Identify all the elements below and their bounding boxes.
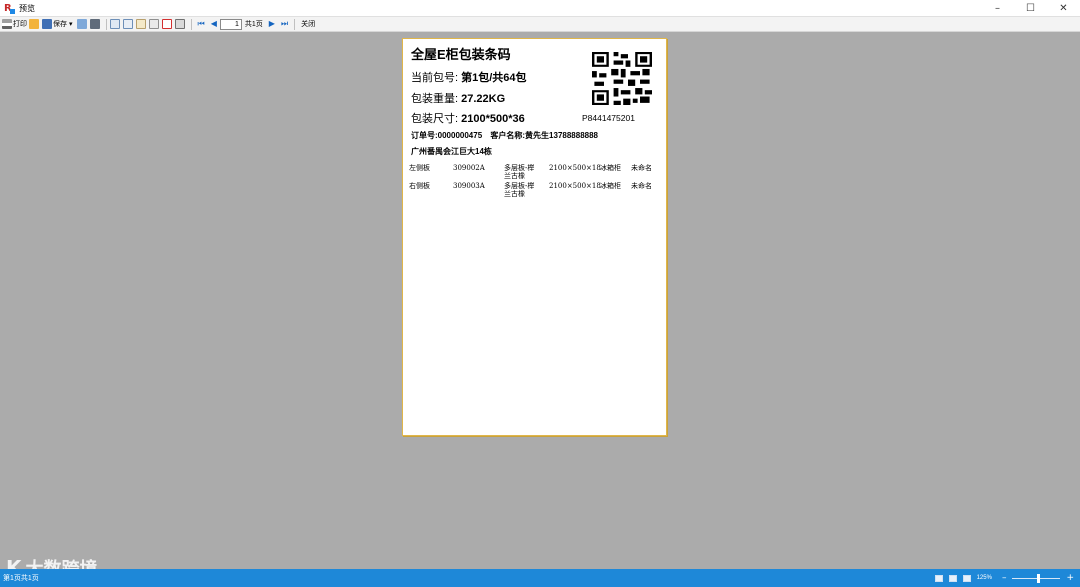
binoculars-icon [89,19,100,29]
part-dimensions: 2100×500×18 [549,182,601,190]
multi-page-button[interactable] [122,18,134,31]
package-size-value: 2100*500*36 [461,113,525,125]
single-page-button[interactable] [109,18,121,31]
package-weight-value: 27.22KG [461,93,506,105]
part-material-line2: 兰古橡 [504,172,525,180]
package-number-line: 当前包号: 第1包/共64包 [411,69,527,85]
close-button[interactable]: 关闭 [301,19,315,29]
order-info-line: 订单号:0000000475 客户名称:黄先生13788888888 [411,130,604,141]
prev-page-icon[interactable]: ◀ [211,19,217,29]
part-cabinet: 冰箱柜 [600,164,621,172]
toolbar-separator [105,18,107,30]
order-number: 订单号:0000000475 [411,131,483,140]
edit-page-button[interactable] [135,18,147,31]
minimize-button[interactable]: – [981,0,1014,17]
package-size-line: 包装尺寸: 2100*500*36 [411,110,525,126]
zoom-out-icon[interactable]: – [1002,573,1007,583]
zoom-slider-thumb[interactable] [1037,573,1041,583]
part-material-line2: 兰古橡 [504,190,525,198]
part-material-line1: 多层板-榉 [504,182,535,190]
print-label: 打印 [13,21,27,28]
save-label: 保存 [53,21,67,28]
zoom-level: 125% [976,575,992,581]
part-name: 左侧板 [409,164,430,172]
package-barcode-text: P8441475201 [582,113,635,123]
part-code: 309003A [453,182,485,190]
package-number-value: 第1包/共64包 [461,72,527,84]
package-weight-key: 包装重量: [411,93,459,105]
status-bar: 第1页共1页 125% – + [0,569,1080,587]
package-size-key: 包装尺寸: [411,113,459,125]
view-single-icon[interactable] [934,574,943,582]
next-page-icon[interactable]: ▶ [269,19,275,29]
print-button[interactable]: 打印 [2,18,27,31]
toolbar-separator [190,18,192,30]
toolbar-separator [294,18,296,30]
close-window-button[interactable]: ✕ [1047,0,1080,17]
maximize-button[interactable]: ☐ [1014,0,1047,17]
page-setup-icon [174,19,185,29]
save-button[interactable]: 保存 ▾ [42,18,75,31]
page-status-text: 第1页共1页 [3,575,39,582]
label-title: 全屋E柜包装条码 [411,47,511,62]
part-dimensions: 2100×500×18 [549,164,601,172]
page-total-label: 共1页 [244,21,263,28]
envelope-icon [76,19,87,29]
package-weight-line: 包装重量: 27.22KG [411,90,505,106]
find-button[interactable] [89,18,101,31]
preview-toolbar: 打印 保存 ▾ ⏮ ◀ 1 共1页 ▶ ⏭ 关闭 [0,17,1080,32]
floppy-disk-icon [42,19,52,29]
report-viewer-icon: R [4,3,15,14]
part-name: 右侧板 [409,182,430,190]
window-title: 预览 [19,3,35,13]
part-material: 多层板-榉 兰古橡 [504,164,546,180]
delivery-address: 广州番禺会江巨大14栋 [411,147,492,156]
package-number-key: 当前包号: [411,72,459,84]
page-number-input[interactable]: 1 [219,18,242,30]
part-note: 未命名 [631,164,652,172]
page-setup-button[interactable] [174,18,186,31]
part-material: 多层板-榉 兰古橡 [504,182,546,198]
customer-name: 客户名称:黄先生13788888888 [490,131,598,140]
save-dropdown-icon[interactable]: ▾ [69,20,73,28]
copy-page-icon [148,19,159,29]
printer-icon [2,19,12,29]
folder-open-icon [29,19,39,29]
view-multi-icon[interactable] [962,574,971,582]
pdf-icon [161,19,172,29]
zoom-slider[interactable] [1012,573,1061,583]
first-page-icon[interactable]: ⏮ [198,19,205,29]
watermark-button[interactable] [148,18,160,31]
export-pdf-button[interactable] [161,18,173,31]
open-button[interactable] [29,18,40,31]
preview-canvas[interactable]: 全屋E柜包装条码 当前包号: 第1包/共64包 包装重量: 27.22KG 包装… [0,33,1080,569]
multi-page-icon [122,19,133,29]
view-double-icon[interactable] [948,574,957,582]
part-note: 未命名 [631,182,652,190]
last-page-icon[interactable]: ⏭ [281,19,288,29]
qr-code-icon [592,52,652,105]
part-material-line1: 多层板-榉 [504,164,535,172]
page-edit-icon [135,19,146,29]
zoom-in-icon[interactable]: + [1066,573,1074,583]
part-code: 309002A [453,164,485,172]
report-page: 全屋E柜包装条码 当前包号: 第1包/共64包 包装重量: 27.22KG 包装… [402,38,667,436]
single-page-icon [109,19,120,29]
window-titlebar: R 预览 – ☐ ✕ [0,0,1080,17]
email-button[interactable] [76,18,88,31]
part-cabinet: 冰箱柜 [600,182,621,190]
